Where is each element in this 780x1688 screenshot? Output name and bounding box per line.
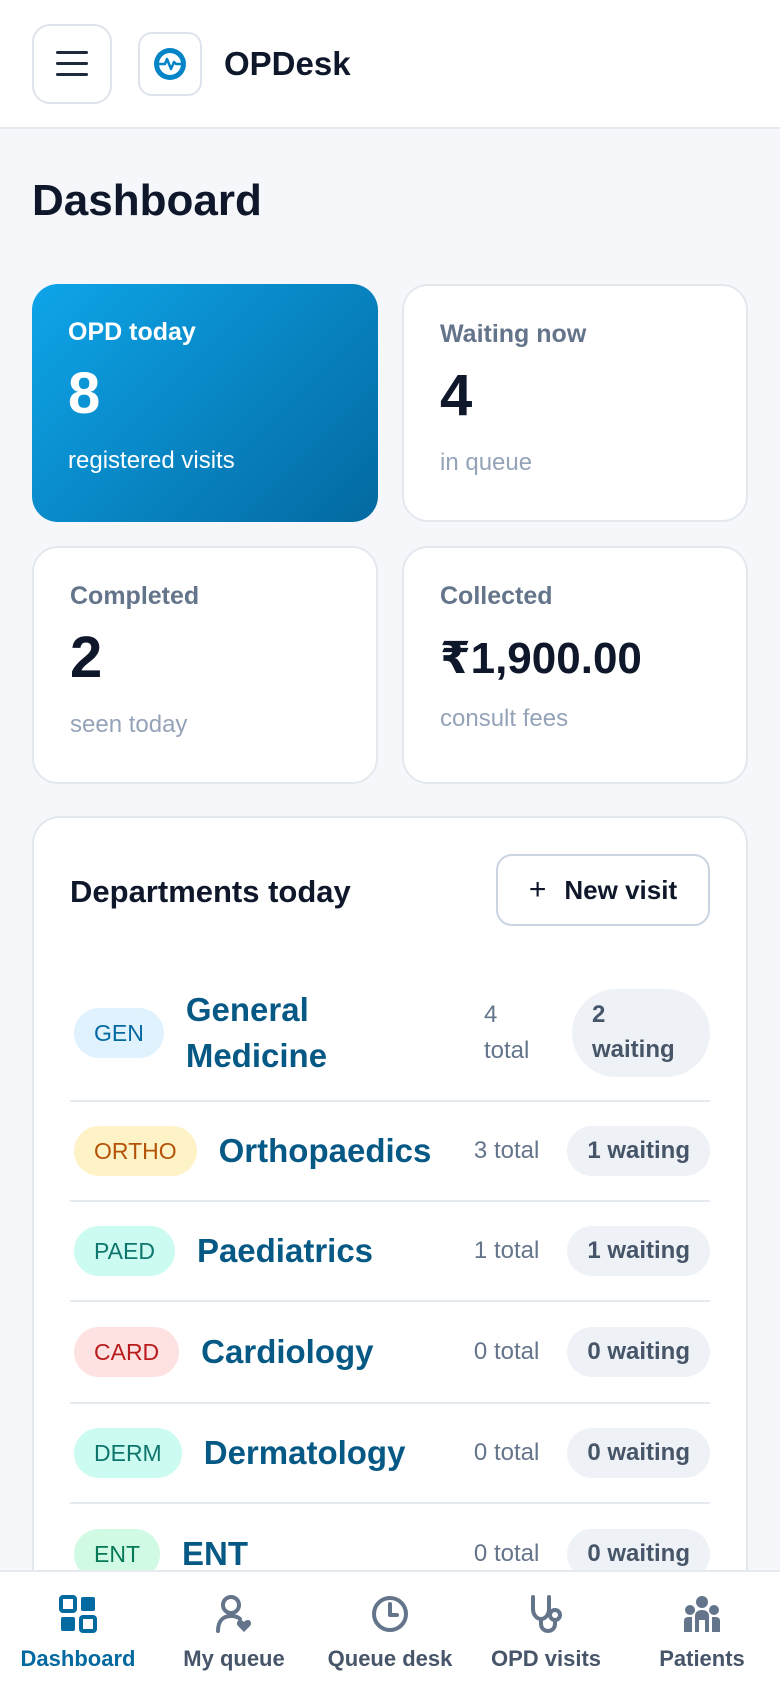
stat-sub: seen today — [70, 711, 188, 738]
stat-value: ₹1,900.00 — [440, 634, 642, 683]
stat-card-waiting-now: Waiting now 4 in queue — [402, 284, 748, 522]
department-name[interactable]: Dermatology — [204, 1430, 406, 1476]
department-code-badge: DERM — [74, 1428, 182, 1478]
app-logo[interactable] — [138, 31, 202, 96]
waiting-count-badge: 1 waiting — [567, 1126, 710, 1176]
nav-label: OPD visits — [490, 1646, 602, 1671]
new-visit-button[interactable]: + New visit — [496, 854, 710, 926]
stat-sub: in queue — [440, 449, 533, 476]
nav-item-my-queue[interactable]: My queue — [156, 1572, 312, 1688]
nav-label: Queue desk — [327, 1646, 453, 1671]
department-code-badge: ORTHO — [74, 1126, 197, 1176]
stat-sub: consult fees — [440, 705, 569, 732]
stat-label: Collected — [440, 582, 553, 610]
nav-item-opd-visits[interactable]: OPD visits — [468, 1572, 624, 1688]
stat-label: Completed — [70, 582, 200, 610]
department-total: 0 total — [473, 1540, 540, 1567]
nav-item-patients[interactable]: Patients — [624, 1572, 780, 1688]
stat-card-collected: Collected ₹1,900.00 consult fees — [402, 546, 748, 784]
clock-icon — [372, 1596, 408, 1632]
stat-card-opd-today: OPD today 8 registered visits — [32, 284, 378, 522]
stethoscope-icon — [531, 1595, 562, 1634]
waiting-count-badge: 1 waiting — [567, 1226, 710, 1276]
new-visit-label: New visit — [564, 874, 678, 905]
department-row-dermatology[interactable]: DERM Dermatology 0 total 0 waiting — [70, 1404, 710, 1504]
department-code-badge: GEN — [74, 1008, 164, 1058]
departments-panel: Departments today + New visit GEN Genera… — [32, 816, 748, 1688]
department-total: 3 total — [473, 1137, 540, 1164]
nav-label: My queue — [183, 1646, 285, 1671]
top-bar: OPDesk — [0, 0, 780, 129]
department-total: 4 total — [484, 1001, 530, 1064]
nav-label: Patients — [659, 1646, 745, 1671]
hamburger-menu-icon — [56, 51, 88, 54]
nav-label: Dashboard — [20, 1646, 136, 1671]
bottom-navigation: Dashboard My queue Queue desk OPD visits — [0, 1570, 780, 1688]
department-code-badge: CARD — [74, 1327, 180, 1377]
people-group-icon — [684, 1596, 720, 1632]
stat-label: Waiting now — [440, 320, 587, 348]
stat-sub: registered visits — [68, 447, 235, 474]
page-title: Dashboard — [32, 176, 262, 225]
waiting-count-badge: 0 waiting — [567, 1327, 710, 1377]
department-row-orthopaedics[interactable]: ORTHO Orthopaedics 3 total 1 waiting — [70, 1102, 710, 1202]
stat-value: 8 — [68, 361, 101, 426]
department-name[interactable]: General Medicine — [186, 987, 426, 1079]
menu-button[interactable] — [32, 23, 112, 104]
department-name[interactable]: Orthopaedics — [219, 1128, 432, 1174]
plus-icon: + — [528, 873, 547, 906]
department-total: 0 total — [473, 1439, 540, 1466]
department-name[interactable]: Cardiology — [201, 1329, 373, 1375]
nav-item-dashboard[interactable]: Dashboard — [0, 1572, 156, 1688]
department-row-general-medicine[interactable]: GEN General Medicine 4 total 2 waiting — [70, 966, 710, 1102]
department-name[interactable]: Paediatrics — [197, 1228, 373, 1274]
department-code-badge: PAED — [74, 1226, 175, 1276]
department-row-paediatrics[interactable]: PAED Paediatrics 1 total 1 waiting — [70, 1202, 710, 1302]
stat-value: 2 — [70, 625, 103, 690]
department-total: 1 total — [473, 1237, 540, 1264]
stat-card-completed: Completed 2 seen today — [32, 546, 378, 784]
waiting-count-badge: 2 waiting — [572, 989, 710, 1077]
dashboard-grid-icon — [59, 1595, 97, 1633]
nav-item-queue-desk[interactable]: Queue desk — [312, 1572, 468, 1688]
app-title: OPDesk — [224, 44, 351, 82]
stat-value: 4 — [440, 363, 473, 428]
departments-title: Departments today — [70, 874, 351, 909]
pulse-logo-icon — [154, 47, 186, 80]
user-heart-icon — [216, 1595, 252, 1633]
department-total: 0 total — [473, 1338, 540, 1365]
department-row-cardiology[interactable]: CARD Cardiology 0 total 0 waiting — [70, 1302, 710, 1404]
stat-label: OPD today — [68, 318, 196, 346]
waiting-count-badge: 0 waiting — [567, 1428, 710, 1478]
